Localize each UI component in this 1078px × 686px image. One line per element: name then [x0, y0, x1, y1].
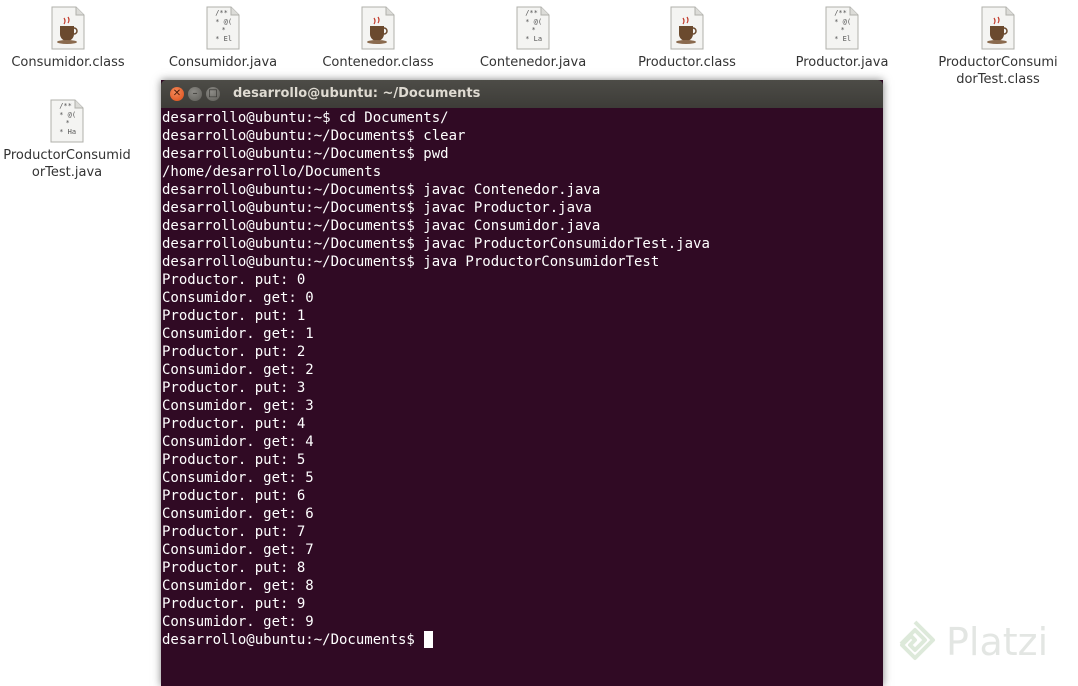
terminal-line: Productor. put: 6	[162, 488, 306, 504]
watermark-text: Platzi	[946, 620, 1049, 664]
terminal-line: Productor. put: 8	[162, 560, 306, 576]
terminal-line: Consumidor. get: 2	[162, 362, 314, 378]
terminal-line: Consumidor. get: 8	[162, 578, 314, 594]
terminal-line: Productor. put: 1	[162, 308, 306, 324]
desktop-icon-productor-java[interactable]: /** * @( * * El Productor.java	[767, 6, 917, 71]
icon-label: ProductorConsumidorTest.class	[938, 55, 1058, 87]
terminal-line: Consumidor. get: 1	[162, 326, 314, 342]
desktop-icon-contenedor-class[interactable]: Contenedor.class	[303, 6, 453, 71]
desktop-icon-consumidor-class[interactable]: Consumidor.class	[0, 6, 143, 71]
java-source-file-icon: /** * @( * * El	[824, 6, 860, 50]
desktop-icon-consumidor-java[interactable]: /** * @( * * El Consumidor.java	[148, 6, 298, 71]
file-snippet: /** * @( * * Ha	[59, 102, 77, 136]
terminal-titlebar[interactable]: ✕ – □ desarrollo@ubuntu: ~/Documents	[161, 80, 883, 108]
terminal-prompt-line: desarrollo@ubuntu:~/Documents$	[162, 631, 883, 649]
java-class-file-icon	[980, 6, 1016, 50]
file-snippet: /** * @( * * La	[525, 9, 543, 43]
minimize-icon[interactable]: –	[188, 87, 202, 101]
terminal-line: Productor. put: 2	[162, 344, 306, 360]
icon-label: Contenedor.class	[322, 55, 434, 70]
terminal-line: Consumidor. get: 9	[162, 614, 314, 630]
terminal-output[interactable]: desarrollo@ubuntu:~$ cd Documents/desarr…	[161, 108, 883, 649]
java-source-file-icon: /** * @( * * Ha	[49, 99, 85, 143]
java-class-file-icon	[50, 6, 86, 50]
file-snippet: /** * @( * * El	[834, 9, 852, 43]
terminal-line: desarrollo@ubuntu:~/Documents$ clear	[162, 128, 466, 144]
terminal-line: Consumidor. get: 5	[162, 470, 314, 486]
java-source-file-icon: /** * @( * * El	[205, 6, 241, 50]
terminal-line: Productor. put: 3	[162, 380, 306, 396]
desktop-icon-productor-class[interactable]: Productor.class	[612, 6, 762, 71]
terminal-line: Productor. put: 9	[162, 596, 306, 612]
java-source-file-icon: /** * @( * * La	[515, 6, 551, 50]
terminal-line: /home/desarrollo/Documents	[162, 164, 382, 180]
terminal-line: Consumidor. get: 3	[162, 398, 314, 414]
text-cursor	[423, 631, 433, 648]
terminal-window[interactable]: ✕ – □ desarrollo@ubuntu: ~/Documents des…	[161, 80, 883, 686]
desktop-icon-productorconsumidortest-class[interactable]: ProductorConsumidorTest.class	[922, 6, 1074, 88]
desktop-icon-productorconsumidortest-java[interactable]: /** * @( * * Ha ProductorConsumidorTest.…	[0, 99, 142, 181]
platzi-watermark: Platzi	[892, 612, 1048, 672]
icon-label: Contenedor.java	[479, 55, 587, 70]
terminal-line: Consumidor. get: 7	[162, 542, 314, 558]
terminal-line: Consumidor. get: 6	[162, 506, 314, 522]
terminal-line: Productor. put: 4	[162, 416, 306, 432]
terminal-line: desarrollo@ubuntu:~/Documents$ javac Pro…	[162, 200, 592, 216]
maximize-icon[interactable]: □	[206, 87, 220, 101]
file-snippet: /** * @( * * El	[215, 9, 233, 43]
terminal-line: desarrollo@ubuntu:~$ cd Documents/	[162, 110, 449, 126]
icon-label: ProductorConsumidorTest.java	[3, 148, 131, 180]
desktop-icon-contenedor-java[interactable]: /** * @( * * La Contenedor.java	[458, 6, 608, 71]
java-class-file-icon	[360, 6, 396, 50]
icon-label: Consumidor.class	[11, 55, 125, 70]
terminal-line: Consumidor. get: 0	[162, 290, 314, 306]
icon-label: Productor.class	[638, 55, 736, 70]
close-icon[interactable]: ✕	[170, 87, 184, 101]
terminal-line: desarrollo@ubuntu:~/Documents$ javac Con…	[162, 218, 601, 234]
terminal-line: desarrollo@ubuntu:~/Documents$ javac Con…	[162, 182, 601, 198]
terminal-line: Productor. put: 5	[162, 452, 306, 468]
java-class-file-icon	[669, 6, 705, 50]
platzi-logo-icon	[899, 620, 935, 660]
window-title: desarrollo@ubuntu: ~/Documents	[233, 86, 481, 101]
terminal-line: desarrollo@ubuntu:~/Documents$ java Prod…	[162, 254, 660, 270]
icon-label: Consumidor.java	[168, 55, 278, 70]
terminal-line: Productor. put: 7	[162, 524, 306, 540]
terminal-line: Consumidor. get: 4	[162, 434, 314, 450]
icon-label: Productor.java	[795, 55, 889, 70]
terminal-line: Productor. put: 0	[162, 272, 306, 288]
terminal-prompt: desarrollo@ubuntu:~/Documents$	[162, 632, 415, 648]
terminal-line: desarrollo@ubuntu:~/Documents$ pwd	[162, 146, 449, 162]
terminal-line: desarrollo@ubuntu:~/Documents$ javac Pro…	[162, 236, 710, 252]
